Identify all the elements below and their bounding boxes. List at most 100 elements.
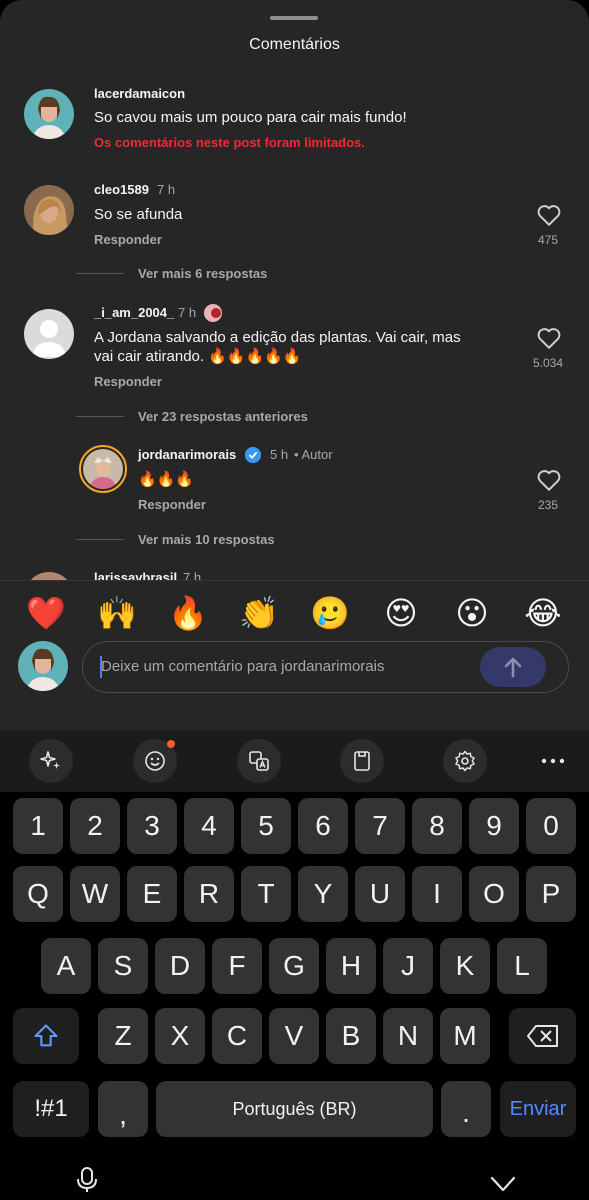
comment-input-placeholder: Deixe um comentário para jordanarimorais (101, 658, 385, 675)
shift-arrow-icon (34, 1024, 58, 1047)
symbols-key[interactable]: !#1 (13, 1081, 89, 1137)
keyboard-settings-button[interactable] (443, 739, 487, 783)
key-a[interactable]: A (41, 938, 91, 994)
emoji-fire[interactable]: 🔥 (166, 593, 210, 633)
comment-text: 🔥🔥🔥 (138, 471, 195, 488)
ai-tools-button[interactable] (29, 739, 73, 783)
backspace-key[interactable] (509, 1008, 576, 1064)
key-t[interactable]: T (241, 866, 291, 922)
key-d[interactable]: D (155, 938, 205, 994)
drag-handle[interactable] (270, 16, 318, 20)
key-v[interactable]: V (269, 1008, 319, 1064)
thread-divider (76, 539, 124, 540)
key-3[interactable]: 3 (127, 798, 177, 854)
key-9[interactable]: 9 (469, 798, 519, 854)
thread-divider (76, 416, 124, 417)
keyboard-toolbar (0, 730, 589, 792)
key-n[interactable]: N (383, 1008, 433, 1064)
key-y[interactable]: Y (298, 866, 348, 922)
key-o[interactable]: O (469, 866, 519, 922)
enter-key[interactable]: Enviar (500, 1081, 576, 1137)
key-b[interactable]: B (326, 1008, 376, 1064)
comment-input[interactable]: Deixe um comentário para jordanarimorais (82, 641, 569, 693)
key-6[interactable]: 6 (298, 798, 348, 854)
key-p[interactable]: P (526, 866, 576, 922)
view-previous-replies[interactable]: Ver 23 respostas anteriores (138, 409, 308, 424)
comma-key[interactable]: , (98, 1081, 148, 1137)
comment-text: A Jordana salvando a edição das plantas.… (94, 329, 461, 346)
key-1[interactable]: 1 (13, 798, 63, 854)
avatar-placeholder[interactable] (24, 309, 74, 359)
reply-button[interactable]: Responder (94, 374, 162, 389)
like-heart-icon[interactable] (536, 326, 562, 350)
reply-button[interactable]: Responder (94, 232, 162, 247)
chevron-down-icon[interactable] (490, 1176, 516, 1192)
key-r[interactable]: R (184, 866, 234, 922)
emoji-heart-eyes[interactable]: 😍 (379, 593, 423, 633)
emoji-keyboard-button[interactable] (133, 739, 177, 783)
like-count: 5.034 (532, 356, 564, 370)
view-more-replies[interactable]: Ver mais 10 respostas (138, 532, 275, 547)
emoji-raised-hands[interactable]: 🙌 (95, 593, 139, 633)
emoji-clapping-hands[interactable]: 👏 (237, 593, 281, 633)
key-z[interactable]: Z (98, 1008, 148, 1064)
avatar[interactable] (24, 89, 74, 139)
translate-button[interactable] (237, 739, 281, 783)
key-5[interactable]: 5 (241, 798, 291, 854)
key-h[interactable]: H (326, 938, 376, 994)
comment-time: 7 h (157, 182, 176, 197)
notification-dot (167, 740, 175, 748)
sheet-title: Comentários (249, 36, 340, 53)
microphone-icon[interactable] (75, 1166, 99, 1192)
more-options-icon[interactable] (541, 758, 565, 764)
key-x[interactable]: X (155, 1008, 205, 1064)
comment-text: vai cair atirando. 🔥🔥🔥🔥🔥 (94, 348, 302, 365)
key-q[interactable]: Q (13, 866, 63, 922)
key-m[interactable]: M (440, 1008, 490, 1064)
translate-icon (249, 751, 269, 771)
key-g[interactable]: G (269, 938, 319, 994)
key-k[interactable]: K (440, 938, 490, 994)
key-j[interactable]: J (383, 938, 433, 994)
key-w[interactable]: W (70, 866, 120, 922)
comment-username[interactable]: cleo1589 (94, 182, 149, 197)
comment-username[interactable]: lacerdamaicon (94, 86, 185, 101)
keyboard: 1 2 3 4 5 6 7 8 9 0 Q W E R T Y U I O P … (0, 792, 589, 1200)
avatar[interactable] (24, 185, 74, 235)
view-more-replies[interactable]: Ver mais 6 respostas (138, 266, 267, 281)
author-avatar[interactable] (79, 445, 127, 493)
emoji-smiling-tear[interactable]: 🥲 (308, 593, 352, 633)
key-s[interactable]: S (98, 938, 148, 994)
reply-button[interactable]: Responder (138, 497, 206, 512)
key-f[interactable]: F (212, 938, 262, 994)
current-user-avatar (18, 641, 68, 691)
key-2[interactable]: 2 (70, 798, 120, 854)
like-heart-icon[interactable] (536, 468, 562, 492)
send-button[interactable] (480, 647, 546, 687)
key-e[interactable]: E (127, 866, 177, 922)
key-8[interactable]: 8 (412, 798, 462, 854)
emoji-red-heart[interactable]: ❤️ (24, 593, 68, 633)
arrow-up-icon (504, 657, 522, 678)
comment-time: 5 h (270, 447, 289, 462)
key-4[interactable]: 4 (184, 798, 234, 854)
comment-text: So cavou mais um pouco para cair mais fu… (94, 109, 407, 126)
comment-username[interactable]: jordanarimorais (138, 447, 236, 462)
key-u[interactable]: U (355, 866, 405, 922)
key-l[interactable]: L (497, 938, 547, 994)
period-key[interactable]: . (441, 1081, 491, 1137)
emoji-surprised[interactable]: 😮 (450, 593, 494, 633)
key-0[interactable]: 0 (526, 798, 576, 854)
like-heart-icon[interactable] (536, 203, 562, 227)
comment-username[interactable]: _i_am_2004_ (94, 305, 174, 320)
clipboard-icon (354, 751, 370, 771)
key-c[interactable]: C (212, 1008, 262, 1064)
space-key[interactable]: Português (BR) (156, 1081, 433, 1137)
key-i[interactable]: I (412, 866, 462, 922)
clipboard-button[interactable] (340, 739, 384, 783)
emoji-laughing[interactable]: 😂 (521, 593, 565, 633)
comment-composer: ❤️ 🙌 🔥 👏 🥲 😍 😮 😂 Deixe um comentário par… (0, 580, 589, 730)
shift-key[interactable] (13, 1008, 79, 1064)
verified-badge-icon (244, 446, 262, 464)
key-7[interactable]: 7 (355, 798, 405, 854)
